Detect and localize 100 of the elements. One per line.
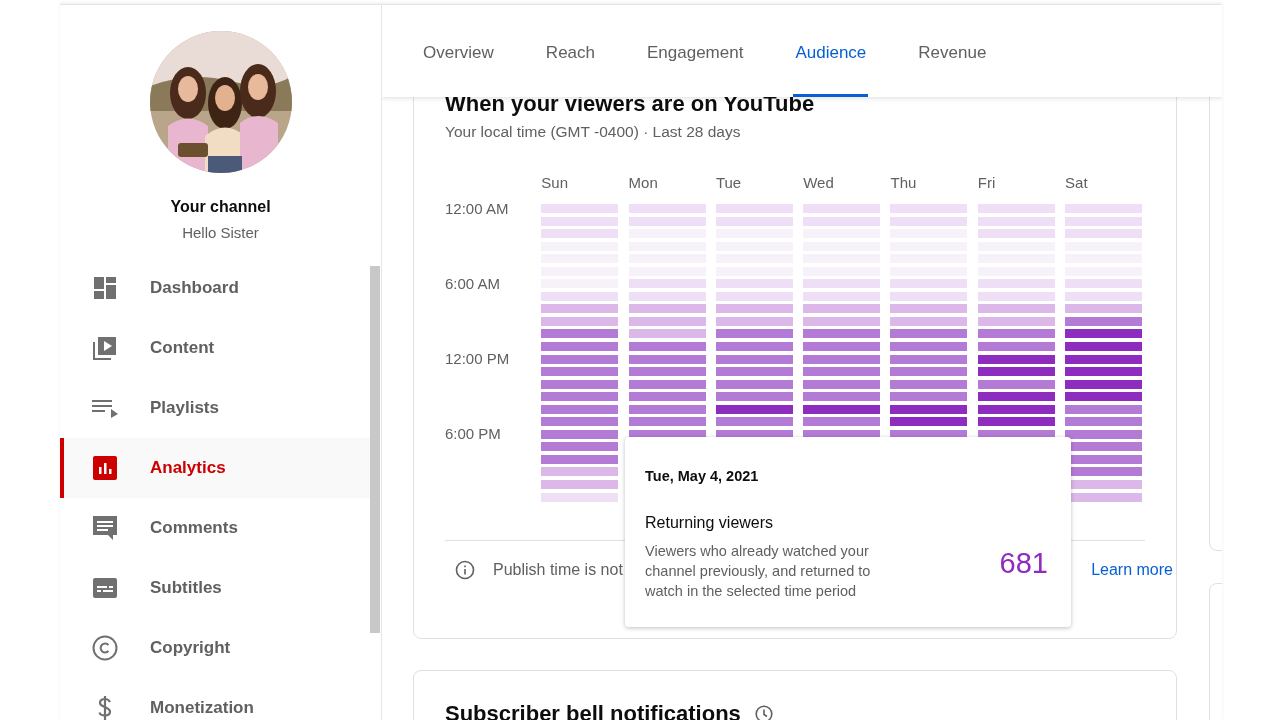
heatmap-cell[interactable] (803, 354, 881, 364)
heatmap-cell[interactable] (628, 342, 706, 351)
heatmap-cell[interactable] (628, 367, 706, 377)
heatmap-cell[interactable] (628, 291, 706, 301)
heatmap-cell[interactable] (803, 216, 881, 226)
nav-item[interactable]: Playlists (60, 378, 370, 438)
heatmap-cell[interactable] (628, 379, 706, 389)
heatmap-cell[interactable] (890, 316, 968, 326)
heatmap-cell[interactable] (1065, 404, 1143, 414)
heatmap-cell[interactable] (541, 417, 619, 427)
heatmap-cell[interactable] (977, 404, 1055, 414)
heatmap-cell[interactable] (541, 392, 619, 402)
heatmap-cell[interactable] (628, 404, 706, 414)
heatmap-cell[interactable] (541, 329, 619, 339)
heatmap-cell[interactable] (803, 304, 881, 314)
heatmap-cell[interactable] (715, 354, 793, 364)
heatmap-cell[interactable] (628, 316, 706, 326)
heatmap-cell[interactable] (541, 229, 619, 239)
heatmap-cell[interactable] (541, 492, 619, 502)
heatmap-cell[interactable] (715, 304, 793, 314)
nav-item[interactable]: Subtitles (60, 558, 370, 618)
heatmap-cell[interactable] (541, 429, 619, 439)
heatmap-cell[interactable] (541, 304, 619, 314)
heatmap-cell[interactable] (541, 442, 619, 452)
heatmap-cell[interactable] (890, 367, 968, 377)
heatmap-cell[interactable] (977, 204, 1055, 213)
heatmap-cell[interactable] (977, 279, 1055, 289)
heatmap-cell[interactable] (1065, 392, 1143, 402)
nav-item[interactable]: Copyright (60, 618, 370, 678)
heatmap-cell[interactable] (541, 291, 619, 301)
heatmap-cell[interactable] (890, 329, 968, 339)
heatmap-cell[interactable] (977, 316, 1055, 326)
heatmap-cell[interactable] (1065, 329, 1143, 339)
tab[interactable]: Revenue (892, 5, 1013, 97)
heatmap-cell[interactable] (803, 329, 881, 339)
heatmap-cell[interactable] (628, 204, 706, 213)
heatmap-cell[interactable] (890, 304, 968, 314)
heatmap-cell[interactable] (890, 204, 968, 213)
heatmap-cell[interactable] (803, 367, 881, 377)
learn-more-link[interactable]: Learn more (1091, 556, 1173, 582)
heatmap-cell[interactable] (890, 404, 968, 414)
heatmap-cell[interactable] (628, 304, 706, 314)
heatmap-cell[interactable] (890, 379, 968, 389)
heatmap-cell[interactable] (977, 304, 1055, 314)
heatmap-cell[interactable] (541, 379, 619, 389)
heatmap-cell[interactable] (803, 404, 881, 414)
heatmap-cell[interactable] (803, 291, 881, 301)
heatmap-cell[interactable] (1065, 354, 1143, 364)
heatmap-cell[interactable] (890, 417, 968, 427)
heatmap-cell[interactable] (628, 216, 706, 226)
heatmap-cell[interactable] (715, 316, 793, 326)
heatmap-cell[interactable] (715, 216, 793, 226)
heatmap-cell[interactable] (715, 367, 793, 377)
heatmap-cell[interactable] (541, 404, 619, 414)
heatmap-cell[interactable] (977, 216, 1055, 226)
heatmap-cell[interactable] (977, 367, 1055, 377)
heatmap-cell[interactable] (628, 417, 706, 427)
heatmap-cell[interactable] (541, 367, 619, 377)
heatmap-cell[interactable] (890, 342, 968, 351)
nav-item[interactable]: Content (60, 318, 370, 378)
heatmap-cell[interactable] (715, 417, 793, 427)
heatmap-cell[interactable] (890, 216, 968, 226)
heatmap-cell[interactable] (1065, 342, 1143, 351)
heatmap-cell[interactable] (541, 354, 619, 364)
heatmap-cell[interactable] (715, 204, 793, 213)
heatmap-cell[interactable] (977, 417, 1055, 427)
heatmap-cell[interactable] (803, 417, 881, 427)
heatmap-cell[interactable] (715, 392, 793, 402)
heatmap-cell[interactable] (803, 392, 881, 402)
heatmap-cell[interactable] (890, 354, 968, 364)
heatmap-cell[interactable] (890, 291, 968, 301)
heatmap-cell[interactable] (1065, 204, 1143, 213)
heatmap-cell[interactable] (803, 342, 881, 351)
heatmap-cell[interactable] (1065, 279, 1143, 289)
heatmap-cell[interactable] (803, 379, 881, 389)
heatmap-cell[interactable] (715, 291, 793, 301)
heatmap-cell[interactable] (541, 316, 619, 326)
heatmap-cell[interactable] (977, 342, 1055, 351)
heatmap-cell[interactable] (977, 291, 1055, 301)
heatmap-cell[interactable] (977, 229, 1055, 239)
nav-item[interactable]: Comments (60, 498, 370, 558)
heatmap-cell[interactable] (628, 279, 706, 289)
heatmap-cell[interactable] (1065, 417, 1143, 427)
heatmap-cell[interactable] (977, 329, 1055, 339)
heatmap-cell[interactable] (1065, 367, 1143, 377)
heatmap-cell[interactable] (715, 279, 793, 289)
heatmap-cell[interactable] (541, 467, 619, 477)
heatmap-cell[interactable] (715, 379, 793, 389)
heatmap-cell[interactable] (890, 279, 968, 289)
heatmap-cell[interactable] (977, 379, 1055, 389)
heatmap-cell[interactable] (715, 404, 793, 414)
heatmap-cell[interactable] (1065, 229, 1143, 239)
heatmap-cell[interactable] (715, 329, 793, 339)
heatmap-cell[interactable] (977, 392, 1055, 402)
heatmap-cell[interactable] (1065, 429, 1143, 439)
heatmap-cell[interactable] (715, 342, 793, 351)
heatmap-cell[interactable] (541, 342, 619, 351)
nav-item[interactable]: Analytics (60, 438, 370, 498)
heatmap-cell[interactable] (803, 204, 881, 213)
heatmap-cell[interactable] (1065, 216, 1143, 226)
